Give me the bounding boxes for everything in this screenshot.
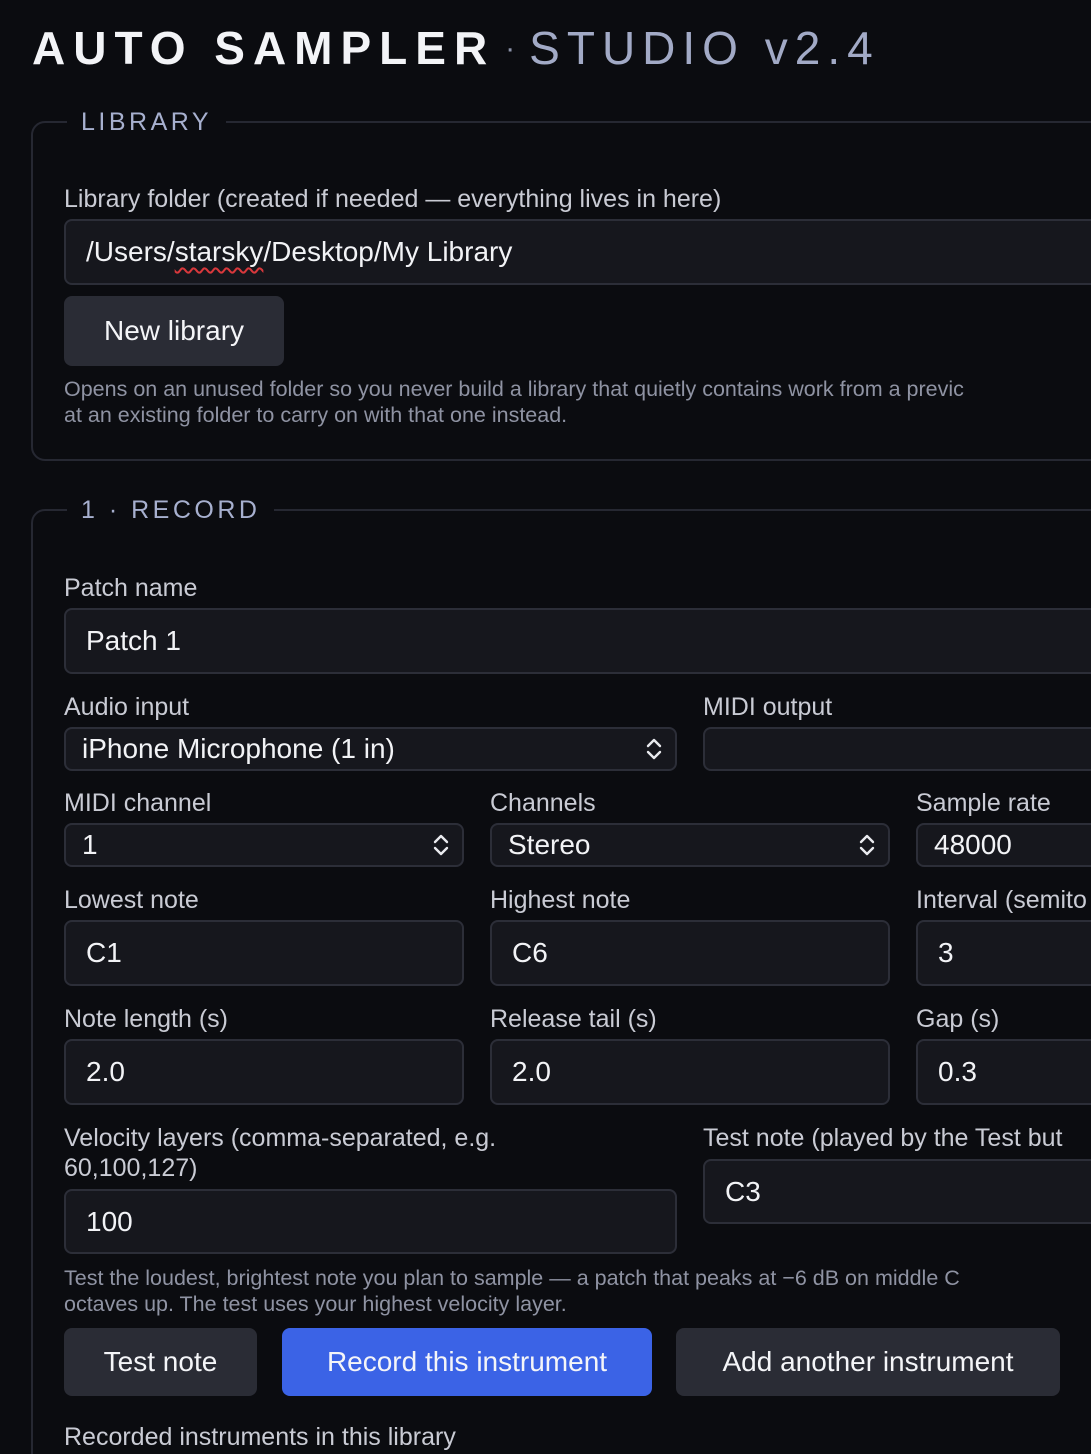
library-folder-label: Library folder (created if needed — ever… bbox=[64, 185, 722, 213]
audio-input-value: iPhone Microphone (1 in) bbox=[82, 733, 395, 764]
gap-input[interactable]: 0.3 bbox=[916, 1039, 1091, 1105]
gap-label: Gap (s) bbox=[916, 1005, 1000, 1033]
lowest-note-label: Lowest note bbox=[64, 886, 199, 914]
recorded-instruments-heading: Recorded instruments in this library bbox=[64, 1423, 456, 1451]
midi-channel-label: MIDI channel bbox=[64, 789, 212, 817]
add-instrument-button[interactable]: Add another instrument bbox=[676, 1328, 1060, 1396]
new-library-button[interactable]: New library bbox=[64, 296, 284, 366]
midi-channel-select[interactable]: 1 bbox=[64, 823, 464, 867]
midi-output-label: MIDI output bbox=[703, 693, 833, 721]
velocity-label-line2: 60,100,127) bbox=[64, 1154, 198, 1182]
midi-channel-value: 1 bbox=[82, 829, 98, 860]
record-hint-line2: octaves up. The test uses your highest v… bbox=[64, 1292, 567, 1316]
channels-select[interactable]: Stereo bbox=[490, 823, 890, 867]
release-tail-input[interactable]: 2.0 bbox=[490, 1039, 890, 1105]
channels-label: Channels bbox=[490, 789, 596, 817]
audio-input-select[interactable]: iPhone Microphone (1 in) bbox=[64, 727, 677, 771]
note-length-label: Note length (s) bbox=[64, 1005, 228, 1033]
patch-name-label: Patch name bbox=[64, 574, 198, 602]
chevron-updown-icon bbox=[859, 834, 875, 856]
sample-rate-label: Sample rate bbox=[916, 789, 1051, 817]
record-hint-line1: Test the loudest, brightest note you pla… bbox=[64, 1266, 960, 1290]
patch-name-input[interactable]: Patch 1 bbox=[64, 608, 1091, 674]
record-instrument-button[interactable]: Record this instrument bbox=[282, 1328, 652, 1396]
test-note-input[interactable]: C3 bbox=[703, 1159, 1091, 1224]
interval-input[interactable]: 3 bbox=[916, 920, 1091, 986]
library-hint-line2: at an existing folder to carry on with t… bbox=[64, 403, 568, 427]
chevron-updown-icon bbox=[433, 834, 449, 856]
midi-output-select[interactable] bbox=[703, 727, 1091, 771]
app-subtitle: STUDIO v2.4 bbox=[529, 22, 880, 74]
library-folder-input[interactable]: /Users/starsky/Desktop/My Library bbox=[64, 219, 1091, 285]
chevron-updown-icon bbox=[646, 738, 662, 760]
highest-note-input[interactable]: C6 bbox=[490, 920, 890, 986]
release-tail-label: Release tail (s) bbox=[490, 1005, 657, 1033]
lowest-note-input[interactable]: C1 bbox=[64, 920, 464, 986]
highest-note-label: Highest note bbox=[490, 886, 631, 914]
folder-path-suffix: /Desktop/My Library bbox=[263, 236, 513, 267]
library-legend: LIBRARY bbox=[81, 108, 213, 136]
folder-path-prefix: /Users/ bbox=[86, 236, 175, 267]
record-legend: 1 · RECORD bbox=[81, 496, 261, 524]
test-note-button[interactable]: Test note bbox=[64, 1328, 257, 1396]
channels-value: Stereo bbox=[508, 829, 591, 860]
folder-path-misspelled: starsky bbox=[174, 236, 264, 267]
app-window: AUTO SAMPLER · STUDIO v2.4 LIBRARY Library… bbox=[0, 0, 1091, 1454]
velocity-layers-input[interactable]: 100 bbox=[64, 1189, 677, 1254]
audio-input-label: Audio input bbox=[64, 693, 190, 721]
app-title: AUTO SAMPLER · STUDIO v2.4 bbox=[32, 22, 880, 75]
library-hint-line1: Opens on an unused folder so you never b… bbox=[64, 377, 964, 401]
app-brand: AUTO SAMPLER bbox=[32, 22, 496, 74]
velocity-label-line1: Velocity layers (comma-separated, e.g. bbox=[64, 1124, 497, 1152]
sample-rate-select[interactable]: 48000 bbox=[916, 823, 1091, 867]
note-length-input[interactable]: 2.0 bbox=[64, 1039, 464, 1105]
test-note-label: Test note (played by the Test but bbox=[703, 1124, 1063, 1152]
interval-label: Interval (semito bbox=[916, 886, 1087, 914]
title-separator: · bbox=[505, 32, 516, 65]
